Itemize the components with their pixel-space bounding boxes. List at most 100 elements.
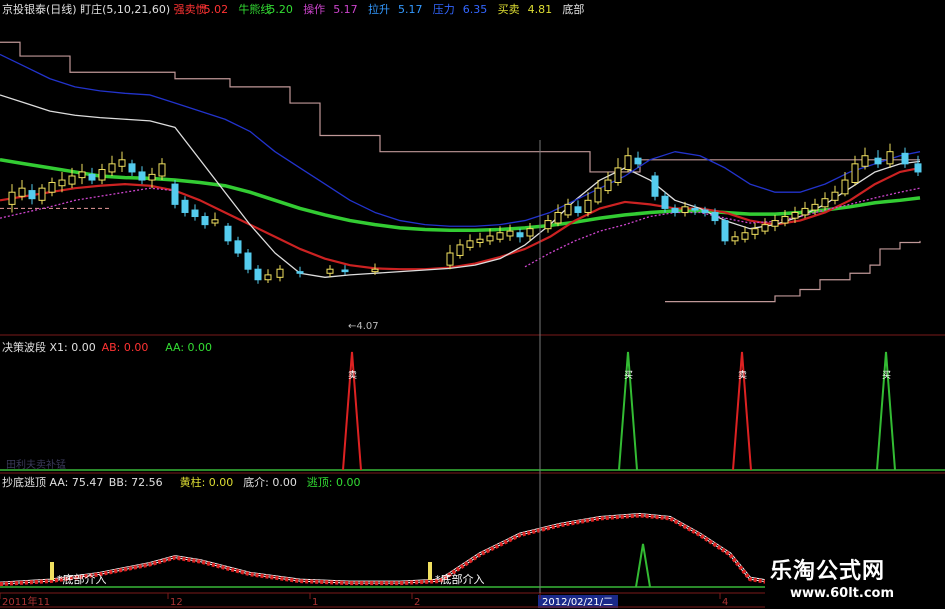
candle-body — [594, 187, 602, 203]
header-label: 逃顶: 0.00 — [307, 476, 361, 489]
candle-body — [224, 225, 232, 242]
header-label: 操作 — [303, 2, 325, 16]
header-label: 5.17 — [333, 3, 358, 16]
candle-body — [496, 232, 504, 240]
candle-body — [98, 169, 106, 181]
header-label: 京投银泰(日线) 盯庄(5,10,21,60) — [2, 2, 170, 16]
candle-body — [128, 163, 136, 173]
axis-tick-label: 1 — [312, 597, 318, 608]
header-label: AB: 0.00 — [102, 341, 149, 354]
header-label: 决策波段 X1: 0.00 — [2, 340, 96, 354]
header-label: 买卖 — [498, 3, 520, 16]
yellow-bar — [50, 562, 54, 580]
candle-body — [108, 163, 116, 173]
signal-spike-label: 卖 — [738, 370, 747, 381]
signal-spike-label: 卖 — [348, 370, 357, 381]
candle-body — [234, 240, 242, 254]
header-label: 拉升 — [368, 2, 390, 16]
axis-tick-label: 4 — [722, 597, 728, 608]
candle-body — [604, 179, 612, 192]
yellow-bar — [428, 562, 432, 580]
header-label: 底部 — [562, 2, 584, 16]
axis-tick-label: 2012/02/21/二 — [542, 597, 613, 608]
candle-body — [861, 155, 869, 167]
candle-body — [78, 171, 86, 179]
candle-body — [526, 228, 534, 237]
candle-body — [118, 159, 126, 167]
header-label: 抄底逃顶 AA: 75.47 — [2, 475, 103, 489]
signal-spike-label: 买 — [624, 370, 633, 381]
candle-body — [874, 157, 882, 165]
candle-body — [371, 268, 379, 273]
candle-body — [761, 224, 769, 232]
candle-body — [58, 179, 66, 187]
candle-body — [138, 171, 146, 181]
candle-body — [264, 274, 272, 281]
candle-body — [148, 173, 156, 181]
candle-body — [506, 230, 514, 237]
candle-body — [751, 228, 759, 235]
low-price-label: ←4.07 — [348, 321, 379, 332]
candle-body — [544, 220, 552, 230]
candle-body — [68, 175, 76, 185]
stock-chart[interactable]: 京投银泰(日线) 盯庄(5,10,21,60) 强卖惯5.02 牛熊线5.20 操作 5… — [0, 0, 945, 609]
header-label: 5.20 — [268, 3, 293, 16]
candle-body — [634, 157, 642, 165]
candle-body — [821, 198, 829, 208]
candle-body — [38, 187, 46, 201]
candle-body — [691, 207, 699, 211]
candle-body — [831, 191, 839, 201]
candle-body — [701, 209, 709, 213]
candle-body — [88, 173, 96, 181]
candle-body — [341, 269, 349, 273]
candle-body — [296, 271, 304, 274]
header-label: 底介: 0.00 — [243, 475, 297, 489]
candle-body — [446, 252, 454, 266]
candle-body — [564, 203, 572, 216]
watermark-url: www.60lt.com — [790, 586, 895, 601]
candle-body — [741, 232, 749, 240]
header-label: AA: 0.00 — [165, 341, 212, 354]
candle-body — [811, 203, 819, 211]
candle-body — [254, 268, 262, 281]
candle-body — [661, 195, 669, 209]
candle-body — [574, 206, 582, 213]
candle-body — [48, 181, 56, 193]
candle-body — [841, 179, 849, 195]
header-label: 压力 — [433, 3, 455, 16]
signal-spike-label: 买 — [882, 370, 891, 381]
candle-body — [624, 155, 632, 171]
header-label: 5.02 — [204, 3, 229, 16]
candle-body — [466, 240, 474, 248]
candle-body — [326, 268, 334, 274]
candle-body — [456, 244, 464, 256]
candle-body — [171, 183, 179, 205]
bottom-entry-label: *底部介入 — [435, 572, 485, 586]
candle — [244, 248, 252, 274]
axis-tick-label: 2011年11 — [2, 595, 50, 608]
header-label: 强卖惯 — [174, 2, 207, 16]
candle-body — [486, 235, 494, 242]
candle-body — [711, 211, 719, 222]
candle-body — [244, 252, 252, 270]
candle-body — [721, 220, 729, 242]
candle-body — [614, 167, 622, 183]
candle-body — [886, 151, 894, 165]
faded-text: 田利夫卖补锰 — [6, 458, 66, 471]
candle-body — [681, 206, 689, 213]
bottom-entry-label: *底部介入 — [57, 572, 107, 586]
header-label: 黄柱: 0.00 — [180, 475, 234, 489]
candle-body — [201, 216, 209, 226]
candle — [721, 218, 729, 245]
header-label: 4.81 — [528, 3, 553, 16]
candle-body — [914, 163, 922, 173]
candle — [651, 171, 659, 201]
candle-body — [476, 238, 484, 243]
candle-body — [8, 191, 16, 205]
candle-body — [781, 216, 789, 224]
candle-body — [554, 211, 562, 224]
axis-tick-label: 12 — [170, 597, 183, 608]
candle-body — [158, 163, 166, 177]
watermark-title: 乐淘公式网 — [770, 559, 886, 584]
candle — [171, 180, 179, 209]
